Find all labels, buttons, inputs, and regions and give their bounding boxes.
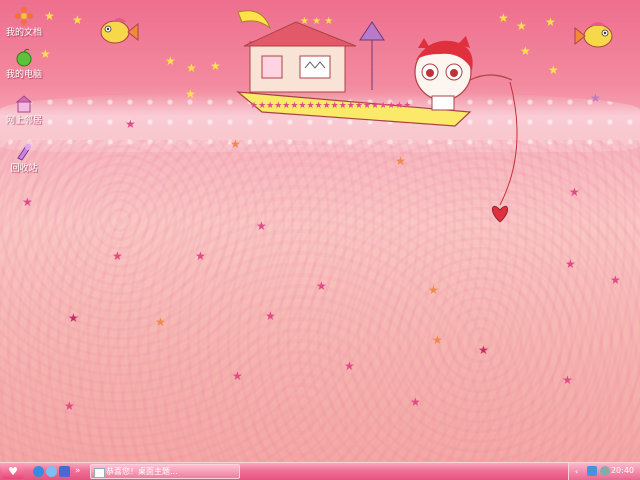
moon-decoration xyxy=(237,10,272,30)
clock[interactable]: 20:40 xyxy=(611,466,634,475)
cartoon-character-decoration xyxy=(414,36,513,111)
my-computer-icon xyxy=(16,48,32,67)
desktop-icon-network-places[interactable]: 网上邻居 xyxy=(2,94,46,126)
star-decoration: ★ xyxy=(344,359,355,373)
quicklaunch-chevron-icon[interactable]: » xyxy=(75,466,81,476)
star-decoration: ★ xyxy=(316,279,327,293)
star-decoration: ★ xyxy=(562,373,573,387)
desktop-icon-label: 我的文档 xyxy=(5,28,42,38)
star-decoration: ★ xyxy=(565,257,576,271)
boat-house-decoration: ★ ★ ★ xyxy=(243,16,385,93)
tray-collapse-icon[interactable]: ‹ xyxy=(575,467,578,476)
star-decoration: ★ xyxy=(68,311,79,325)
heart-icon: ♥ xyxy=(8,465,18,478)
desktop-icon-label: 我的电脑 xyxy=(5,70,42,80)
star-decoration: ★ xyxy=(428,283,439,297)
fish-right-decoration xyxy=(574,22,613,48)
desktop-icon-label: 回收站 xyxy=(10,164,38,174)
svg-text:★★★★★★★★★★★★★★★★★★★★: ★★★★★★★★★★★★★★★★★★★★ xyxy=(250,101,411,111)
desktop-icon-recycle-bin[interactable]: 回收站 xyxy=(2,142,46,174)
system-tray: ‹ 20:40 xyxy=(568,463,640,480)
star-decoration: ★ xyxy=(478,343,489,357)
taskbar-window-button[interactable]: 恭喜您！桌面主题... xyxy=(90,464,240,479)
star-decoration: ★ xyxy=(432,333,443,347)
wallpaper-illustration: ★ ★ ★ ★★★★★★★★★★★★★★★★★★★★ xyxy=(100,10,613,223)
start-button[interactable]: ♥ xyxy=(2,464,24,479)
outlook-quicklaunch-icon[interactable] xyxy=(46,466,57,477)
star-decoration: ★ xyxy=(195,249,206,263)
star-decoration: ★ xyxy=(64,399,75,413)
network-tray-icon[interactable] xyxy=(587,466,597,476)
svg-text:★ ★ ★: ★ ★ ★ xyxy=(300,16,333,27)
heart-bait-decoration xyxy=(492,205,508,223)
window-icon xyxy=(94,468,105,478)
star-decoration: ★ xyxy=(155,315,166,329)
fishing-line-decoration xyxy=(499,81,518,206)
desktop-icon-my-documents[interactable]: 我的文档 xyxy=(2,6,46,38)
volume-tray-icon[interactable] xyxy=(600,466,610,476)
ie-quicklaunch-icon[interactable] xyxy=(33,466,44,477)
star-decoration: ★ xyxy=(610,273,621,287)
desktop-icon-my-computer[interactable]: 我的电脑 xyxy=(2,48,46,80)
my-documents-icon xyxy=(15,7,33,25)
fish-left-decoration xyxy=(100,18,139,44)
show-desktop-quicklaunch-icon[interactable] xyxy=(59,466,70,477)
star-decoration: ★ xyxy=(410,395,421,409)
desktop[interactable]: ★ ★ ★ ★ ★ ★ ★ ★ ★ ★ ★ ★ ★ ★ ★ ★ ★ ★ ★ ★ … xyxy=(0,0,640,462)
network-places-icon xyxy=(15,95,33,113)
taskbar-window-label: 恭喜您！桌面主题... xyxy=(106,467,178,476)
star-decoration: ★ xyxy=(112,249,123,263)
desktop-icon-label: 网上邻居 xyxy=(5,116,42,126)
star-decoration: ★ xyxy=(265,309,276,323)
star-decoration: ★ xyxy=(232,369,243,383)
taskbar: ♥ » 恭喜您！桌面主题... ‹ 20:40 xyxy=(0,462,640,480)
recycle-bin-icon xyxy=(17,144,31,161)
